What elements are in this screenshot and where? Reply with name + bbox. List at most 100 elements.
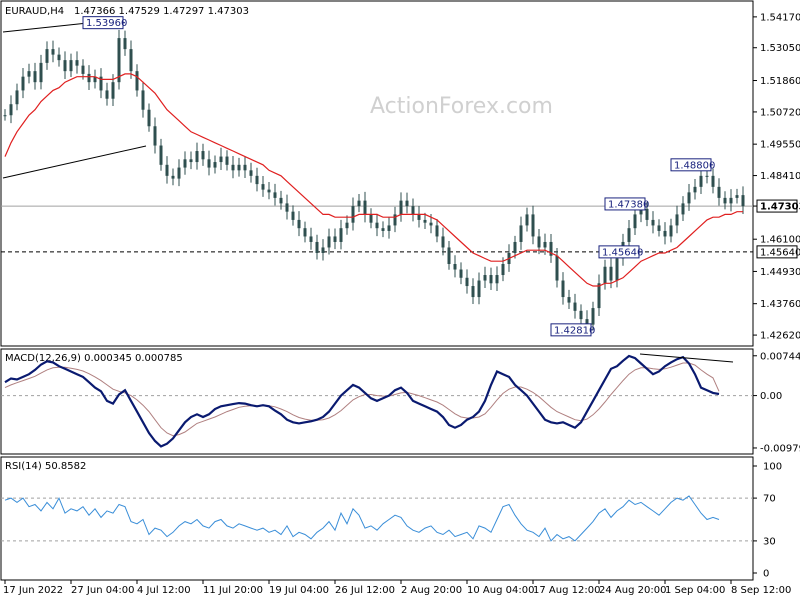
price-annotation-label: 1.48800: [674, 160, 715, 171]
price-candle-body: [357, 200, 361, 207]
price-candle-body: [447, 247, 451, 265]
price-candle-body: [171, 175, 175, 179]
price-candle-body: [9, 104, 13, 116]
price-candle-body: [543, 241, 547, 248]
watermark: ActionForex.com: [370, 94, 553, 119]
price-candle-body: [177, 167, 181, 179]
price-candle-body: [207, 159, 211, 168]
x-axis-label: 24 Aug 20:00: [599, 585, 666, 596]
price-candle-body: [573, 302, 577, 311]
price-candle-body: [225, 156, 229, 165]
price-candle-body: [261, 184, 265, 190]
price-candle-body: [123, 38, 127, 50]
x-axis-label: 2 Aug 20:00: [401, 585, 462, 596]
price-axis-label: 1.44930: [760, 267, 800, 278]
price-candle-body: [453, 264, 457, 270]
price-header-ohlc: 1.47366 1.47529 1.47297 1.47303: [74, 6, 249, 17]
price-candle-body: [315, 241, 319, 253]
price-candle-body: [255, 175, 259, 185]
price-candle-body: [375, 222, 379, 229]
price-candle-body: [81, 65, 85, 74]
rsi-axis: 100 70 30 0: [753, 462, 782, 580]
price-axis-label: 1.51860: [760, 76, 800, 87]
price-candle-body: [195, 151, 199, 163]
x-axis-label: 8 Sep 12:00: [731, 585, 791, 596]
price-axis-label: 1.42620: [760, 331, 800, 342]
price-candle-body: [723, 197, 727, 204]
price-candle-body: [555, 255, 559, 281]
price-candle-body: [633, 214, 637, 229]
price-candle-body: [237, 164, 241, 171]
x-axis-label: 10 Aug 04:00: [467, 585, 534, 596]
price-candle-body: [729, 197, 733, 204]
price-candle-body: [189, 159, 193, 163]
price-candle-body: [159, 145, 163, 165]
price-candle-body: [687, 192, 691, 204]
price-candle-body: [63, 60, 67, 72]
price-candle-body: [267, 189, 271, 193]
price-candle-body: [15, 90, 19, 105]
price-candle-body: [279, 197, 283, 204]
price-axis-label: 1.46100: [760, 235, 800, 246]
rsi-axis-label: 30: [763, 536, 776, 547]
price-candle-body: [45, 49, 49, 63]
macd-axis-label: 0.00: [760, 391, 782, 402]
macd-axis-label: 0.007441: [760, 351, 800, 362]
price-candle-body: [369, 214, 373, 223]
price-annotation-label: 1.45640: [602, 247, 643, 258]
rsi-panel-frame: [0, 456, 754, 581]
x-axis-label: 1 Sep 04:00: [665, 585, 725, 596]
price-candle-body: [519, 225, 523, 242]
rsi-title: RSI(14) 50.8582: [5, 461, 86, 472]
price-candle-body: [363, 200, 367, 215]
price-candle-body: [351, 206, 355, 223]
x-axis-label: 11 Jul 20:00: [203, 585, 263, 596]
price-candle-body: [423, 219, 427, 223]
price-candle-body: [339, 228, 343, 242]
rsi-axis-label: 70: [763, 494, 776, 505]
price-candle-body: [477, 280, 481, 298]
price-candle-body: [429, 222, 433, 226]
price-candle-body: [663, 230, 667, 237]
price-candle-body: [201, 151, 205, 160]
price-axis-label: 1.43760: [760, 299, 800, 310]
macd-axis-label: -0.009794: [760, 443, 800, 454]
price-candle-body: [3, 115, 7, 117]
price-candle-body: [609, 266, 613, 281]
price-axis-label: 1.54170: [760, 12, 800, 23]
price-candle-body: [183, 159, 187, 168]
price-candle-body: [675, 214, 679, 226]
price-candle-body: [231, 164, 235, 171]
price-candle-body: [411, 206, 415, 215]
x-axis-label: 17 Aug 12:00: [533, 585, 600, 596]
price-panel-frame: [0, 0, 754, 347]
price-candle-body: [483, 275, 487, 281]
price-candle-body: [465, 277, 469, 287]
macd-title: MACD(12,26,9) 0.000345 0.000785: [5, 353, 183, 364]
price-candle-body: [399, 200, 403, 215]
price-candle-body: [501, 264, 505, 276]
price-candle-body: [561, 280, 565, 298]
price-candle-body: [597, 283, 601, 309]
price-candle-body: [57, 54, 61, 61]
price-candle-body: [603, 266, 607, 284]
price-candle-body: [39, 62, 43, 83]
price-candle-body: [525, 214, 529, 226]
price-candle-body: [153, 126, 157, 146]
price-candle-body: [537, 236, 541, 248]
price-candle-body: [75, 60, 79, 66]
price-candle-body: [645, 208, 649, 220]
price-candle-body: [579, 310, 583, 320]
price-candle-body: [681, 203, 685, 215]
price-candle-body: [135, 71, 139, 91]
price-candle-body: [591, 308, 595, 325]
price-candle-body: [87, 73, 91, 83]
price-candle-body: [417, 214, 421, 220]
x-axis-label: 27 Jun 04:00: [71, 585, 135, 596]
price-candle-body: [381, 228, 385, 231]
price-candle-body: [435, 225, 439, 237]
rsi-axis-label: 0: [763, 569, 769, 580]
price-panel: ActionForex.com EURAUD,H4 1.47366 1.4752…: [0, 0, 800, 347]
price-candle-body: [711, 175, 715, 187]
price-candle-body: [147, 109, 151, 127]
